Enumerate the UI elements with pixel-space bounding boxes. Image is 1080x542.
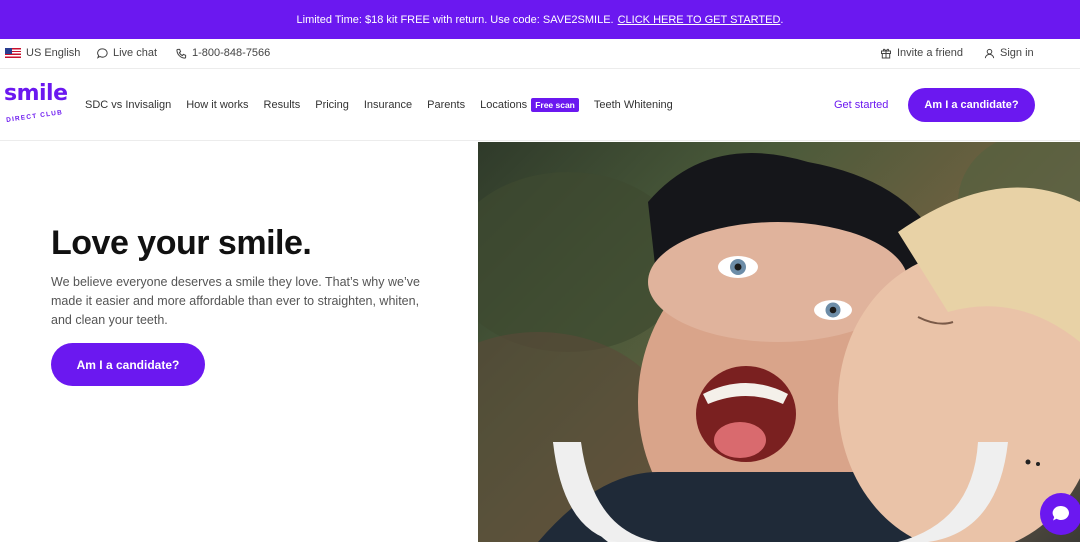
logo-sub: DIRECT CLUB <box>5 109 64 124</box>
promo-link[interactable]: CLICK HERE TO GET STARTED <box>618 14 781 26</box>
logo-word: smile <box>4 81 68 106</box>
promo-banner: Limited Time: $18 kit FREE with return. … <box>0 0 1080 39</box>
promo-period: . <box>780 13 784 26</box>
invite-label: Invite a friend <box>897 47 964 59</box>
chat-bubble-icon <box>1052 505 1069 521</box>
hero-photo <box>478 142 1080 542</box>
language-label: US English <box>26 47 81 59</box>
main-nav: smile DIRECT CLUB SDC vs Invisalign How … <box>0 69 1080 141</box>
get-started-link[interactable]: Get started <box>834 99 888 111</box>
us-flag-icon <box>5 48 21 58</box>
phone-icon <box>176 48 187 59</box>
hero-description: We believe everyone deserves a smile the… <box>51 275 420 327</box>
gift-icon <box>881 48 891 59</box>
nav-results[interactable]: Results <box>264 99 301 111</box>
phone-number: 1-800-848-7566 <box>192 47 271 59</box>
nav-how-it-works[interactable]: How it works <box>186 99 248 111</box>
nav-teeth-whitening[interactable]: Teeth Whitening <box>594 99 673 111</box>
nav-sdc-vs-invisalign[interactable]: SDC vs Invisalign <box>85 99 171 111</box>
phone-link[interactable]: 1-800-848-7566 <box>176 47 270 59</box>
utility-bar: US English Live chat 1-800-848-7566 Invi… <box>0 39 1080 69</box>
free-scan-badge[interactable]: Free scan <box>531 98 579 112</box>
nav-locations[interactable]: Locations <box>480 99 527 111</box>
promo-text: Limited Time: $18 kit FREE with return. … <box>296 13 614 26</box>
nav-insurance[interactable]: Insurance <box>364 99 412 111</box>
language-selector[interactable]: US English <box>5 47 80 59</box>
invite-friend-link[interactable]: Invite a friend <box>880 47 963 59</box>
candidate-button-nav[interactable]: Am I a candidate? <box>908 88 1035 122</box>
sign-in-label: Sign in <box>1000 47 1034 59</box>
nav-links: SDC vs Invisalign How it works Results P… <box>85 98 688 112</box>
nav-parents[interactable]: Parents <box>427 99 465 111</box>
chat-bubble-button[interactable] <box>1040 493 1080 535</box>
user-icon <box>984 48 995 58</box>
sign-in-link[interactable]: Sign in <box>984 47 1034 59</box>
hero-photo-illustration <box>478 142 1080 542</box>
hero-title: Love your smile. <box>51 224 312 262</box>
chat-icon <box>97 47 108 59</box>
candidate-button-hero[interactable]: Am I a candidate? <box>51 343 205 386</box>
hero-text-panel <box>0 142 478 542</box>
nav-pricing[interactable]: Pricing <box>315 99 349 111</box>
live-chat-label: Live chat <box>113 47 158 59</box>
live-chat-link[interactable]: Live chat <box>97 47 157 59</box>
logo[interactable]: smile DIRECT CLUB <box>4 81 68 131</box>
